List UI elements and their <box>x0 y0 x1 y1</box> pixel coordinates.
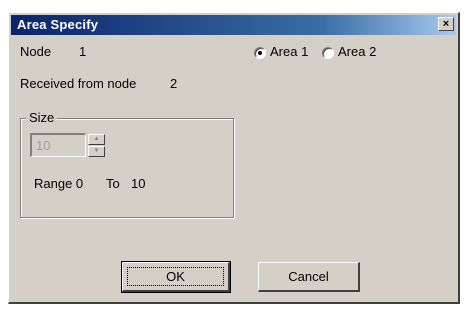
window-title: Area Specify <box>17 17 99 32</box>
cancel-button-label: Cancel <box>288 269 329 284</box>
size-group-label: Size <box>26 110 58 125</box>
cancel-button[interactable]: Cancel <box>258 262 360 292</box>
area2-radio-icon[interactable] <box>322 47 334 59</box>
spin-up-button[interactable]: ▲ <box>88 134 105 145</box>
node-value: 1 <box>79 44 87 59</box>
range-to-label: To <box>106 176 120 191</box>
spin-down-button[interactable]: ▼ <box>88 146 105 157</box>
received-from-label: Received from node <box>20 76 137 91</box>
area1-radio-icon[interactable] <box>254 47 266 59</box>
received-from-value: 2 <box>170 76 178 91</box>
range-to-value: 10 <box>131 176 146 191</box>
size-input[interactable]: 10 <box>30 133 86 157</box>
area1-radio-label[interactable]: Area 1 <box>270 44 308 59</box>
range-from-label: Range 0 <box>34 176 84 191</box>
node-label: Node <box>20 44 52 59</box>
close-button[interactable]: × <box>438 17 454 31</box>
title-bar[interactable]: Area Specify × <box>11 15 456 35</box>
area2-radio-label[interactable]: Area 2 <box>338 44 376 59</box>
focus-rect <box>127 267 224 286</box>
ok-button[interactable]: OK <box>121 261 231 293</box>
